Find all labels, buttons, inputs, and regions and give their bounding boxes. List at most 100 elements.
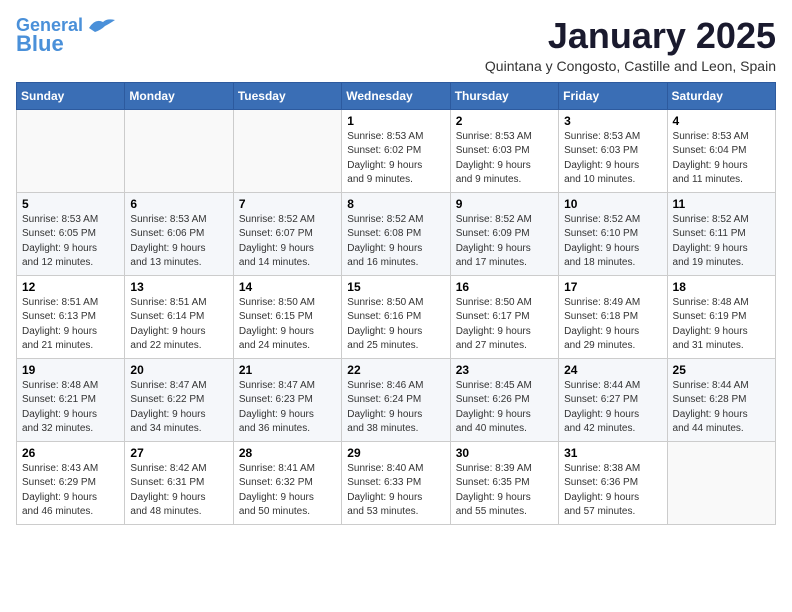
day-number: 31	[564, 446, 661, 460]
header: General Blue January 2025 Quintana y Con…	[16, 16, 776, 74]
calendar-week-row: 19 Sunrise: 8:48 AM Sunset: 6:21 PM Dayli…	[17, 358, 776, 441]
calendar-cell: 20 Sunrise: 8:47 AM Sunset: 6:22 PM Dayli…	[125, 358, 233, 441]
logo-bird-icon	[87, 16, 117, 36]
day-number: 22	[347, 363, 444, 377]
day-info: Sunrise: 8:52 AM Sunset: 6:07 PM Dayligh…	[239, 213, 336, 271]
calendar-cell: 1 Sunrise: 8:53 AM Sunset: 6:02 PM Daylig…	[342, 109, 450, 192]
day-info: Sunrise: 8:53 AM Sunset: 6:04 PM Dayligh…	[673, 130, 770, 188]
day-number: 21	[239, 363, 336, 377]
calendar-cell: 2 Sunrise: 8:53 AM Sunset: 6:03 PM Daylig…	[450, 109, 558, 192]
day-info: Sunrise: 8:50 AM Sunset: 6:16 PM Dayligh…	[347, 296, 444, 354]
weekday-header: Wednesday	[342, 82, 450, 109]
day-number: 17	[564, 280, 661, 294]
day-info: Sunrise: 8:46 AM Sunset: 6:24 PM Dayligh…	[347, 379, 444, 437]
calendar-cell: 31 Sunrise: 8:38 AM Sunset: 6:36 PM Dayli…	[559, 441, 667, 524]
calendar-cell: 29Sunrise: 8:40 AM Sunset: 6:33 PM Dayli…	[342, 441, 450, 524]
calendar: SundayMondayTuesdayWednesdayThursdayFrid…	[16, 82, 776, 525]
calendar-cell	[17, 109, 125, 192]
day-info: Sunrise: 8:51 AM Sunset: 6:13 PM Dayligh…	[22, 296, 119, 354]
day-info: Sunrise: 8:53 AM Sunset: 6:02 PM Dayligh…	[347, 130, 444, 188]
calendar-cell: 7 Sunrise: 8:52 AM Sunset: 6:07 PM Daylig…	[233, 192, 341, 275]
day-info: Sunrise: 8:50 AM Sunset: 6:15 PM Dayligh…	[239, 296, 336, 354]
day-info: Sunrise: 8:47 AM Sunset: 6:23 PM Dayligh…	[239, 379, 336, 437]
day-info: Sunrise: 8:50 AM Sunset: 6:17 PM Dayligh…	[456, 296, 553, 354]
day-number: 4	[673, 114, 770, 128]
day-number: 28	[239, 446, 336, 460]
day-number: 27	[130, 446, 227, 460]
day-number: 30	[456, 446, 553, 460]
day-number: 16	[456, 280, 553, 294]
day-info: Sunrise: 8:38 AM Sunset: 6:36 PM Dayligh…	[564, 462, 661, 520]
calendar-cell: 15 Sunrise: 8:50 AM Sunset: 6:16 PM Dayli…	[342, 275, 450, 358]
calendar-cell	[233, 109, 341, 192]
weekday-header: Thursday	[450, 82, 558, 109]
calendar-cell: 9 Sunrise: 8:52 AM Sunset: 6:09 PM Daylig…	[450, 192, 558, 275]
day-number: 5	[22, 197, 119, 211]
calendar-week-row: 1 Sunrise: 8:53 AM Sunset: 6:02 PM Daylig…	[17, 109, 776, 192]
calendar-cell: 18 Sunrise: 8:48 AM Sunset: 6:19 PM Dayli…	[667, 275, 775, 358]
calendar-header: SundayMondayTuesdayWednesdayThursdayFrid…	[17, 82, 776, 109]
day-number: 13	[130, 280, 227, 294]
day-number: 20	[130, 363, 227, 377]
calendar-body: 1 Sunrise: 8:53 AM Sunset: 6:02 PM Daylig…	[17, 109, 776, 524]
day-info: Sunrise: 8:44 AM Sunset: 6:27 PM Dayligh…	[564, 379, 661, 437]
day-info: Sunrise: 8:40 AM Sunset: 6:33 PM Dayligh…	[347, 462, 444, 520]
day-number: 10	[564, 197, 661, 211]
day-number: 8	[347, 197, 444, 211]
day-info: Sunrise: 8:53 AM Sunset: 6:03 PM Dayligh…	[564, 130, 661, 188]
day-number: 14	[239, 280, 336, 294]
day-number: 25	[673, 363, 770, 377]
day-number: 9	[456, 197, 553, 211]
day-number: 6	[130, 197, 227, 211]
day-info: Sunrise: 8:48 AM Sunset: 6:19 PM Dayligh…	[673, 296, 770, 354]
day-info: Sunrise: 8:51 AM Sunset: 6:14 PM Dayligh…	[130, 296, 227, 354]
day-info: Sunrise: 8:53 AM Sunset: 6:05 PM Dayligh…	[22, 213, 119, 271]
day-number: 26	[22, 446, 119, 460]
calendar-cell: 25 Sunrise: 8:44 AM Sunset: 6:28 PM Dayli…	[667, 358, 775, 441]
calendar-cell: 11Sunrise: 8:52 AM Sunset: 6:11 PM Dayli…	[667, 192, 775, 275]
day-info: Sunrise: 8:39 AM Sunset: 6:35 PM Dayligh…	[456, 462, 553, 520]
day-info: Sunrise: 8:45 AM Sunset: 6:26 PM Dayligh…	[456, 379, 553, 437]
calendar-cell: 16 Sunrise: 8:50 AM Sunset: 6:17 PM Dayli…	[450, 275, 558, 358]
calendar-week-row: 12 Sunrise: 8:51 AM Sunset: 6:13 PM Dayli…	[17, 275, 776, 358]
day-number: 12	[22, 280, 119, 294]
day-number: 7	[239, 197, 336, 211]
day-number: 1	[347, 114, 444, 128]
day-info: Sunrise: 8:53 AM Sunset: 6:06 PM Dayligh…	[130, 213, 227, 271]
day-info: Sunrise: 8:48 AM Sunset: 6:21 PM Dayligh…	[22, 379, 119, 437]
weekday-header: Friday	[559, 82, 667, 109]
calendar-cell: 5 Sunrise: 8:53 AM Sunset: 6:05 PM Daylig…	[17, 192, 125, 275]
weekday-header-row: SundayMondayTuesdayWednesdayThursdayFrid…	[17, 82, 776, 109]
calendar-cell: 30 Sunrise: 8:39 AM Sunset: 6:35 PM Dayli…	[450, 441, 558, 524]
weekday-header: Tuesday	[233, 82, 341, 109]
calendar-cell: 3Sunrise: 8:53 AM Sunset: 6:03 PM Daylig…	[559, 109, 667, 192]
calendar-cell	[125, 109, 233, 192]
day-info: Sunrise: 8:47 AM Sunset: 6:22 PM Dayligh…	[130, 379, 227, 437]
day-info: Sunrise: 8:49 AM Sunset: 6:18 PM Dayligh…	[564, 296, 661, 354]
day-number: 15	[347, 280, 444, 294]
calendar-cell: 12 Sunrise: 8:51 AM Sunset: 6:13 PM Dayli…	[17, 275, 125, 358]
day-number: 11	[673, 197, 770, 211]
calendar-cell: 17 Sunrise: 8:49 AM Sunset: 6:18 PM Dayli…	[559, 275, 667, 358]
page-title: January 2025	[485, 16, 776, 56]
calendar-cell: 19 Sunrise: 8:48 AM Sunset: 6:21 PM Dayli…	[17, 358, 125, 441]
weekday-header: Monday	[125, 82, 233, 109]
day-info: Sunrise: 8:53 AM Sunset: 6:03 PM Dayligh…	[456, 130, 553, 188]
day-number: 2	[456, 114, 553, 128]
calendar-cell: 24Sunrise: 8:44 AM Sunset: 6:27 PM Dayli…	[559, 358, 667, 441]
weekday-header: Sunday	[17, 82, 125, 109]
day-info: Sunrise: 8:44 AM Sunset: 6:28 PM Dayligh…	[673, 379, 770, 437]
calendar-cell: 14 Sunrise: 8:50 AM Sunset: 6:15 PM Dayli…	[233, 275, 341, 358]
calendar-cell: 13 Sunrise: 8:51 AM Sunset: 6:14 PM Dayli…	[125, 275, 233, 358]
day-number: 19	[22, 363, 119, 377]
calendar-cell: 22 Sunrise: 8:46 AM Sunset: 6:24 PM Dayli…	[342, 358, 450, 441]
day-info: Sunrise: 8:52 AM Sunset: 6:09 PM Dayligh…	[456, 213, 553, 271]
calendar-cell: 28 Sunrise: 8:41 AM Sunset: 6:32 PM Dayli…	[233, 441, 341, 524]
day-info: Sunrise: 8:42 AM Sunset: 6:31 PM Dayligh…	[130, 462, 227, 520]
day-info: Sunrise: 8:41 AM Sunset: 6:32 PM Dayligh…	[239, 462, 336, 520]
day-number: 23	[456, 363, 553, 377]
calendar-cell: 23 Sunrise: 8:45 AM Sunset: 6:26 PM Dayli…	[450, 358, 558, 441]
calendar-cell: 10Sunrise: 8:52 AM Sunset: 6:10 PM Dayli…	[559, 192, 667, 275]
calendar-cell: 27 Sunrise: 8:42 AM Sunset: 6:31 PM Dayli…	[125, 441, 233, 524]
day-number: 18	[673, 280, 770, 294]
